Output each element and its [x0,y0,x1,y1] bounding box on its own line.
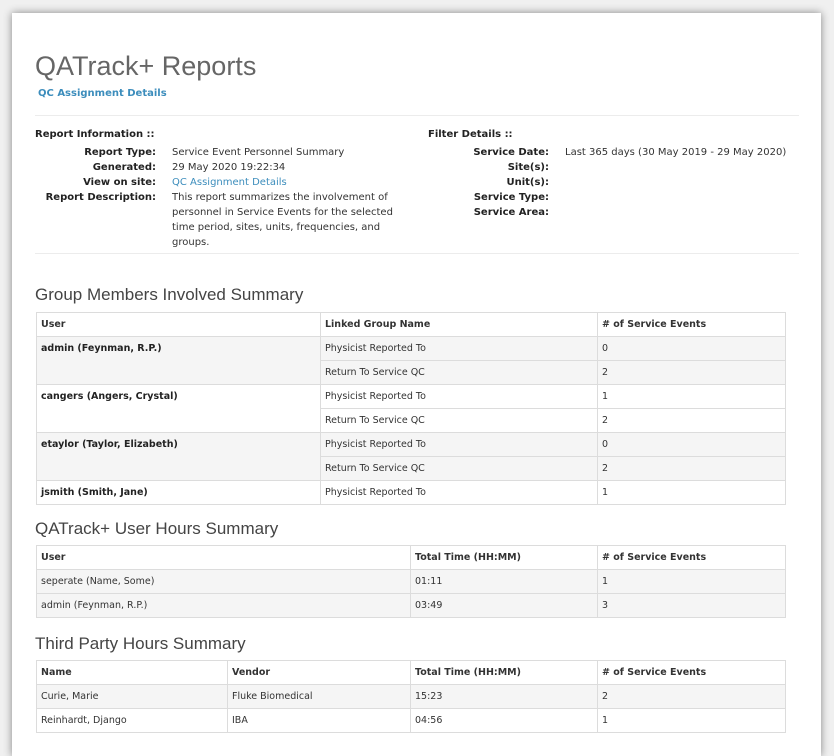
count-cell: 1 [597,569,786,594]
count-cell: 1 [597,708,786,733]
filter-row-service-area: Service Area: [428,205,799,220]
column-header: # of Service Events [597,660,786,685]
column-header: User [36,545,411,570]
count-cell: 0 [597,336,786,361]
column-header: User [36,312,321,337]
column-header: Linked Group Name [320,312,598,337]
info-value: 29 May 2020 19:22:34 [172,162,286,173]
group-cell: Physicist Reported To [320,480,598,505]
divider [35,115,799,116]
group-members-table: User Linked Group Name # of Service Even… [36,312,786,505]
column-header: Vendor [227,660,411,685]
report-sheet: QATrack+ Reports QC Assignment Details R… [12,13,821,756]
group-cell: Return To Service QC [320,456,598,481]
table-header-row: User Total Time (HH:MM) # of Service Eve… [36,545,786,570]
info-row-generated: Generated: 29 May 2020 19:22:34 [35,160,415,175]
filter-label: Unit(s): [506,177,549,188]
time-cell: 15:23 [410,684,598,709]
name-cell: Curie, Marie [36,684,228,709]
column-header: Total Time (HH:MM) [410,660,598,685]
filter-label: Site(s): [507,162,549,173]
section-title-group-members: Group Members Involved Summary [35,285,304,304]
table-row: etaylor (Taylor, Elizabeth) Physicist Re… [36,432,786,481]
section-title-user-hours: QATrack+ User Hours Summary [35,519,279,538]
group-cell: Physicist Reported To [320,432,598,457]
table-header-row: Name Vendor Total Time (HH:MM) # of Serv… [36,660,786,685]
column-header: Total Time (HH:MM) [410,545,598,570]
table-row: Reinhardt, Django IBA 04:56 1 [36,708,786,733]
group-cell: Return To Service QC [320,360,598,385]
count-cell: 1 [597,480,786,505]
table-header-row: User Linked Group Name # of Service Even… [36,312,786,337]
group-cell: Physicist Reported To [320,336,598,361]
count-cell: 2 [597,456,786,481]
time-cell: 04:56 [410,708,598,733]
count-cell: 2 [597,360,786,385]
third-party-table: Name Vendor Total Time (HH:MM) # of Serv… [36,660,786,733]
vendor-cell: Fluke Biomedical [227,684,411,709]
info-label: View on site: [83,177,156,188]
info-label: Report Type: [84,147,156,158]
filter-details: Filter Details :: Service Date: Last 365… [428,129,799,220]
user-hours-table: User Total Time (HH:MM) # of Service Eve… [36,545,786,618]
count-cell: 2 [597,684,786,709]
group-cell: Return To Service QC [320,408,598,433]
filter-row-units: Unit(s): [428,175,799,190]
info-label: Report Description: [45,192,156,203]
table-row: jsmith (Smith, Jane) Physicist Reported … [36,480,786,505]
count-cell: 2 [597,408,786,433]
report-information: Report Information :: Report Type: Servi… [35,129,415,250]
filter-label: Service Area: [473,207,549,218]
user-cell: admin (Feynman, R.P.) [36,336,321,385]
user-cell: cangers (Angers, Crystal) [36,384,321,433]
section-title-third-party: Third Party Hours Summary [35,634,246,653]
user-cell: etaylor (Taylor, Elizabeth) [36,432,321,481]
column-header: # of Service Events [597,545,786,570]
report-name-link[interactable]: QC Assignment Details [38,88,167,99]
column-header: # of Service Events [597,312,786,337]
info-label: Generated: [92,162,156,173]
report-information-heading: Report Information :: [35,129,155,140]
vendor-cell: IBA [227,708,411,733]
filter-details-heading: Filter Details :: [428,129,513,140]
time-cell: 01:11 [410,569,598,594]
time-cell: 03:49 [410,593,598,618]
filter-row-sites: Site(s): [428,160,799,175]
view-on-site-link[interactable]: QC Assignment Details [172,177,287,188]
count-cell: 3 [597,593,786,618]
column-header: Name [36,660,228,685]
filter-row-service-type: Service Type: [428,190,799,205]
divider [35,253,799,254]
count-cell: 0 [597,432,786,457]
filter-label: Service Date: [473,147,549,158]
name-cell: Reinhardt, Django [36,708,228,733]
user-cell: admin (Feynman, R.P.) [36,593,411,618]
info-row-description: Report Description: This report summariz… [35,190,415,250]
table-row: admin (Feynman, R.P.) Physicist Reported… [36,336,786,385]
info-row-view-on-site: View on site: QC Assignment Details [35,175,415,190]
table-row: seperate (Name, Some) 01:11 1 [36,569,786,594]
info-value: Service Event Personnel Summary [172,147,345,158]
info-value: This report summarizes the involvement o… [172,192,393,248]
user-cell: seperate (Name, Some) [36,569,411,594]
table-row: Curie, Marie Fluke Biomedical 15:23 2 [36,684,786,709]
page-title: QATrack+ Reports [35,51,257,81]
filter-label: Service Type: [473,192,549,203]
table-row: admin (Feynman, R.P.) 03:49 3 [36,593,786,618]
group-cell: Physicist Reported To [320,384,598,409]
table-row: cangers (Angers, Crystal) Physicist Repo… [36,384,786,433]
user-cell: jsmith (Smith, Jane) [36,480,321,505]
filter-row-service-date: Service Date: Last 365 days (30 May 2019… [428,145,799,160]
info-row-report-type: Report Type: Service Event Personnel Sum… [35,145,415,160]
filter-value: Last 365 days (30 May 2019 - 29 May 2020… [565,147,787,158]
count-cell: 1 [597,384,786,409]
info-value: QC Assignment Details [172,175,397,190]
